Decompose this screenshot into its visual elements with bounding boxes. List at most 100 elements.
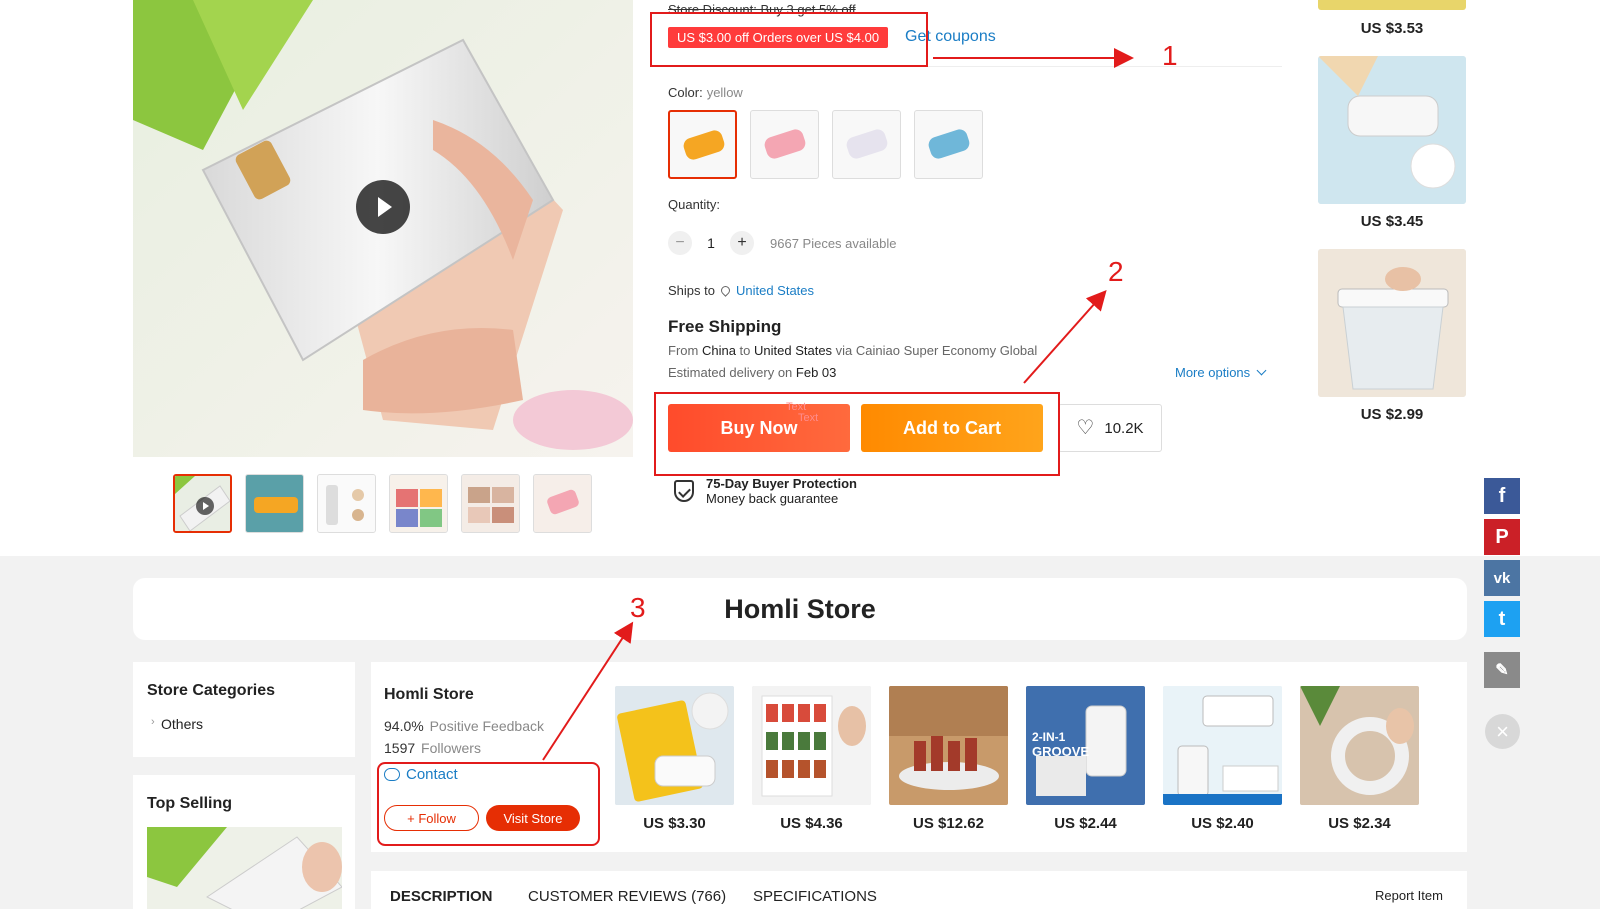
swatch-blue-image	[926, 127, 972, 161]
thumbnail-strip	[173, 474, 592, 533]
video-play-icon[interactable]	[356, 180, 410, 234]
estimated-delivery: Estimated delivery on Feb 03	[668, 365, 836, 380]
store-product-6[interactable]: US $2.34	[1300, 686, 1419, 832]
store-product-image	[889, 686, 1008, 805]
store-product-5[interactable]: US $2.40	[1163, 686, 1282, 832]
facebook-share-icon[interactable]: f	[1484, 478, 1520, 514]
ships-to: Ships to United States	[668, 283, 814, 298]
thumbnail-video[interactable]	[173, 474, 232, 533]
store-categories-panel: Store Categories Others	[133, 662, 355, 757]
annotation-box-3	[377, 762, 600, 846]
recommendation-image-3[interactable]	[1318, 249, 1466, 397]
product-photo	[1300, 686, 1419, 805]
tab-customer-reviews[interactable]: CUSTOMER REVIEWS (766)	[528, 888, 726, 905]
followers-label: Followers	[421, 740, 481, 756]
vk-share-icon[interactable]: vk	[1484, 560, 1520, 596]
annotation-box-2	[654, 392, 1060, 476]
thumbnail-5[interactable]	[461, 474, 520, 533]
store-followers: 1597 Followers	[384, 740, 481, 756]
store-product-image	[615, 686, 734, 805]
store-product-price: US $3.30	[643, 815, 706, 832]
product-photo	[615, 686, 734, 805]
thumbnail-image	[318, 475, 375, 532]
thumbnail-image	[390, 475, 447, 532]
store-product-image	[752, 686, 871, 805]
swatch-yellow[interactable]	[668, 110, 737, 179]
feedback-label: Positive Feedback	[429, 718, 544, 734]
edit-pencil-icon[interactable]: ✎	[1484, 652, 1520, 688]
route-destination: United States	[754, 343, 833, 358]
color-value: yellow	[706, 85, 743, 100]
quantity-increase-button[interactable]: +	[730, 231, 754, 255]
swatch-white-image	[844, 127, 890, 161]
wishlist-button[interactable]: ♡ 10.2K	[1058, 404, 1162, 452]
store-product-image	[1163, 686, 1282, 805]
more-options-link[interactable]: More options	[1175, 365, 1267, 380]
top-selling-product-image[interactable]	[147, 827, 342, 909]
route-prefix: From	[668, 343, 702, 358]
color-swatches	[668, 110, 983, 179]
store-product-3[interactable]: US $12.62	[889, 686, 1008, 832]
eta-prefix: Estimated delivery on	[668, 365, 796, 380]
thumbnail-3[interactable]	[317, 474, 376, 533]
store-banner[interactable]: Homli Store	[133, 578, 1467, 640]
swatch-pink-image	[762, 127, 808, 161]
quantity-decrease-button[interactable]: −	[668, 231, 692, 255]
store-product-price: US $2.34	[1328, 815, 1391, 832]
eta-date: Feb 03	[795, 365, 837, 380]
thumbnail-image	[462, 475, 519, 532]
annotation-box-1	[650, 12, 928, 67]
store-product-2[interactable]: US $4.36	[752, 686, 871, 832]
store-product-image: 2-IN-1 GROOVE	[1026, 686, 1145, 805]
swatch-yellow-image	[681, 128, 727, 162]
more-options-label: More options	[1175, 365, 1251, 380]
protection-title: 75-Day Buyer Protection	[706, 476, 857, 491]
swatch-blue[interactable]	[914, 110, 983, 179]
recommendation-image-2[interactable]	[1318, 56, 1466, 204]
thumbnail-image	[246, 475, 303, 532]
store-product-price: US $12.62	[913, 815, 984, 832]
swatch-white[interactable]	[832, 110, 901, 179]
store-product-1[interactable]: US $3.30	[615, 686, 734, 832]
location-pin-icon	[719, 284, 732, 297]
recommendation-image-1[interactable]	[1318, 0, 1466, 10]
store-product-price: US $2.44	[1054, 815, 1117, 832]
category-item-others[interactable]: Others	[151, 716, 203, 732]
recommendation-price-3: US $2.99	[1360, 406, 1424, 423]
ships-to-label: Ships to	[668, 283, 715, 298]
swatch-pink[interactable]	[750, 110, 819, 179]
thumbnail-4[interactable]	[389, 474, 448, 533]
pinterest-share-icon[interactable]: P	[1484, 519, 1520, 555]
quantity-stepper: − 1 + 9667 Pieces available	[668, 231, 896, 255]
thumbnail-6[interactable]	[533, 474, 592, 533]
annotation-number-2: 2	[1108, 256, 1124, 287]
store-product-4[interactable]: 2-IN-1 GROOVE US $2.44	[1026, 686, 1145, 832]
annotation-number-1: 1	[1162, 40, 1178, 71]
tab-description[interactable]: DESCRIPTION	[390, 888, 493, 905]
recommendation-photo	[1318, 249, 1466, 397]
thumbnail-2[interactable]	[245, 474, 304, 533]
thumbnail-image	[534, 475, 591, 532]
top-selling-panel: Top Selling	[133, 775, 355, 909]
twitter-share-icon[interactable]: t	[1484, 601, 1520, 637]
tab-specifications[interactable]: SPECIFICATIONS	[753, 888, 877, 905]
protection-subtitle: Money back guarantee	[706, 491, 839, 506]
play-icon	[196, 497, 214, 515]
quantity-value[interactable]: 1	[702, 235, 720, 251]
color-label-text: Color:	[668, 85, 703, 100]
route-carrier: via Cainiao Super Economy Global	[832, 343, 1038, 358]
ships-to-country-link[interactable]: United States	[736, 283, 814, 298]
shield-check-icon	[674, 480, 694, 502]
heart-icon: ♡	[1076, 417, 1095, 439]
quantity-label: Quantity:	[668, 197, 721, 212]
store-name[interactable]: Homli Store	[384, 686, 474, 704]
report-item-link[interactable]: Report Item	[1375, 888, 1443, 903]
top-selling-heading: Top Selling	[147, 795, 233, 812]
color-label: Color: yellow	[668, 85, 743, 100]
product-photo	[1163, 686, 1282, 805]
free-shipping-title: Free Shipping	[668, 317, 782, 336]
annotation-number-3: 3	[630, 592, 646, 623]
buyer-protection: 75-Day Buyer Protection Money back guara…	[674, 476, 857, 506]
close-icon[interactable]: ×	[1485, 714, 1520, 749]
shipping-route: From China to United States via Cainiao …	[668, 343, 1037, 358]
